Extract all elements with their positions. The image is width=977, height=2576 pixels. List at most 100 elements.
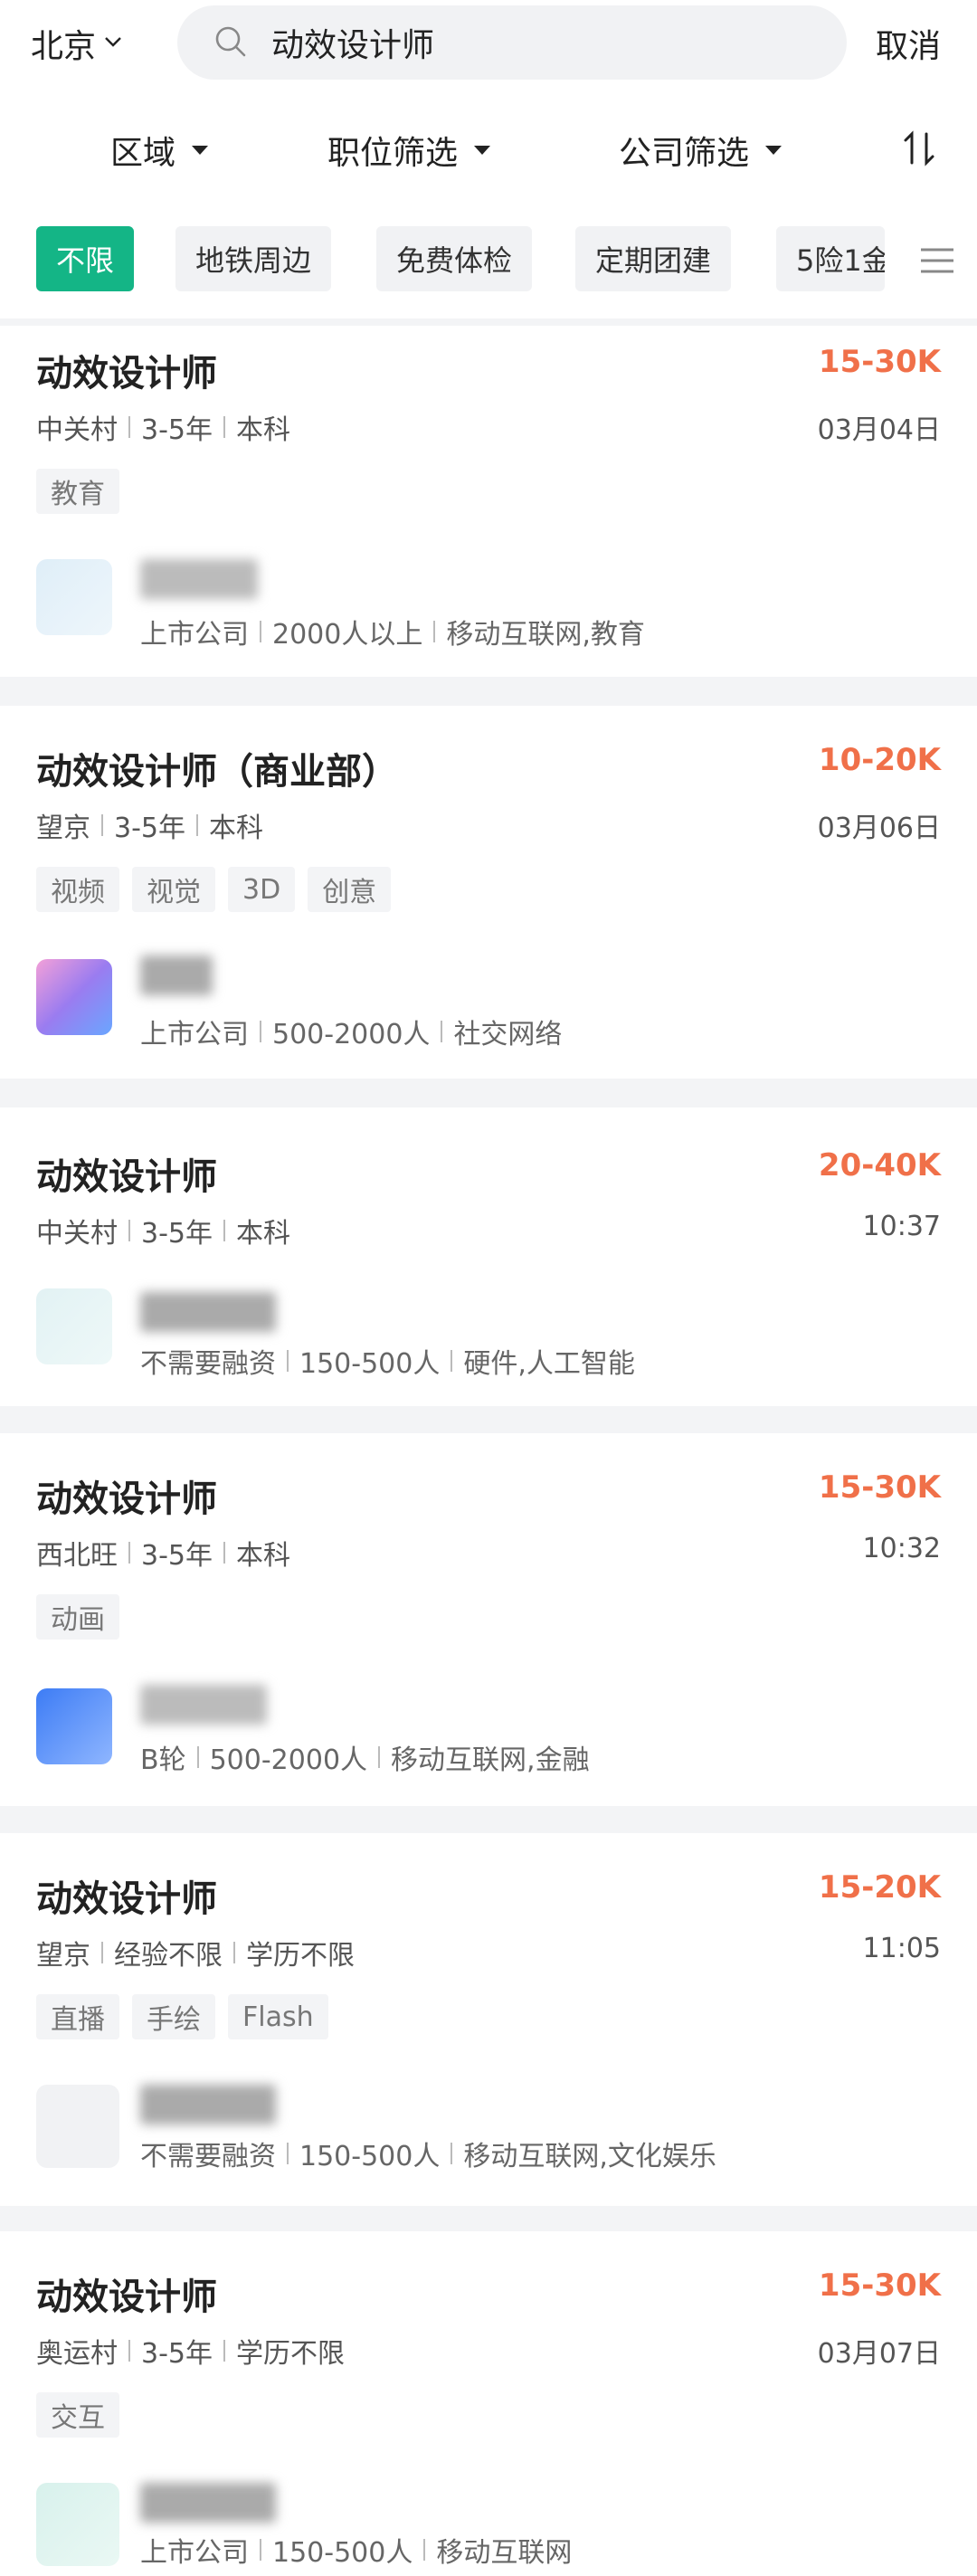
job-tag: 动画 — [36, 1594, 119, 1640]
company-logo — [36, 1288, 112, 1364]
divider — [196, 814, 198, 836]
job-tags: 直播 手绘 Flash — [36, 1994, 328, 2039]
company-stage: 上市公司 — [140, 619, 249, 651]
filter-bar: 区域 职位筛选 公司筛选 — [0, 90, 977, 208]
job-meta: 西北旺 3-5年 本科 — [36, 1533, 290, 1573]
divider — [128, 2340, 130, 2362]
divider — [287, 2143, 289, 2164]
education: 本科 — [236, 1218, 290, 1250]
job-tags: 教育 — [36, 469, 119, 514]
experience: 3-5年 — [141, 1218, 213, 1250]
divider — [196, 1746, 199, 1768]
triangle-down-icon — [474, 146, 491, 155]
filter-area[interactable]: 区域 — [110, 127, 209, 174]
experience: 3-5年 — [141, 2338, 213, 2370]
sort-icon[interactable] — [897, 127, 941, 170]
company-logo — [36, 1688, 112, 1764]
company-stage: 上市公司 — [140, 2537, 249, 2569]
divider — [223, 416, 225, 438]
company-size: 500-2000人 — [209, 1744, 368, 1776]
job-card[interactable]: 动效设计师 15-20K 望京 经验不限 学历不限 11:05 直播 手绘 Fl… — [0, 1833, 977, 2206]
job-title: 动效设计师 — [36, 1878, 217, 1920]
education: 本科 — [236, 414, 290, 446]
job-card[interactable]: 动效设计师 20-40K 中关村 3-5年 本科 10:37 不需要融资 150… — [0, 1107, 977, 1406]
company-logo — [36, 559, 112, 635]
divider — [287, 1350, 289, 1372]
job-card[interactable]: 动效设计师 15-30K 西北旺 3-5年 本科 10:32 动画 B轮 500… — [0, 1433, 977, 1806]
search-input[interactable] — [271, 24, 778, 62]
divider — [378, 1746, 381, 1768]
job-tag: 3D — [228, 867, 296, 912]
chip-team-building[interactable]: 定期团建 — [575, 226, 732, 291]
job-tags: 视频 视觉 3D 创意 — [36, 867, 392, 912]
divider — [101, 1942, 103, 1963]
company-name-blurred — [140, 559, 258, 599]
salary: 15-30K — [818, 2267, 941, 2304]
search-bar[interactable] — [177, 5, 847, 80]
location: 奥运村 — [36, 2338, 118, 2370]
job-card[interactable]: 动效设计师 15-30K 奥运村 3-5年 学历不限 03月07日 交互 上市公… — [0, 2231, 977, 2576]
filter-company[interactable]: 公司筛选 — [619, 127, 783, 174]
location: 望京 — [36, 813, 90, 844]
location: 望京 — [36, 1940, 90, 1972]
job-tag: Flash — [228, 1994, 328, 2039]
job-tag: 教育 — [36, 469, 119, 514]
company-info: 不需要融资 150-500人 硬件,人工智能 — [140, 1341, 635, 1381]
education: 学历不限 — [246, 1940, 355, 1972]
divider — [260, 621, 261, 642]
company-name-blurred — [140, 1685, 267, 1725]
job-tag: 视频 — [36, 867, 119, 912]
filter-position[interactable]: 职位筛选 — [327, 127, 491, 174]
job-tag: 手绘 — [132, 1994, 215, 2039]
post-date: 10:32 — [862, 1533, 941, 1564]
location: 中关村 — [36, 1218, 118, 1250]
divider — [223, 1220, 225, 1241]
experience: 3-5年 — [114, 813, 185, 844]
triangle-down-icon — [765, 146, 783, 155]
menu-icon[interactable] — [917, 241, 957, 280]
divider — [223, 2340, 225, 2362]
post-date: 03月04日 — [817, 414, 941, 446]
job-tag: 创意 — [308, 867, 392, 912]
job-tags: 交互 — [36, 2392, 119, 2438]
job-tag: 交互 — [36, 2392, 119, 2438]
salary: 10-20K — [818, 742, 941, 778]
company-info: 上市公司 2000人以上 移动互联网,教育 — [140, 612, 645, 651]
job-title: 动效设计师 — [36, 1156, 217, 1198]
divider — [233, 1942, 235, 1963]
chip-subway[interactable]: 地铁周边 — [175, 226, 332, 291]
filter-position-label: 职位筛选 — [327, 135, 459, 172]
chip-insurance[interactable]: 5险1金 — [776, 226, 885, 291]
company-stage: 不需要融资 — [140, 2141, 276, 2172]
salary: 20-40K — [818, 1147, 941, 1183]
chip-health-check[interactable]: 免费体检 — [376, 226, 533, 291]
chip-insurance-wrapper: 5险1金 — [776, 226, 885, 291]
company-size: 150-500人 — [299, 2141, 441, 2172]
company-industry: 移动互联网,金融 — [391, 1744, 590, 1776]
job-meta: 中关村 3-5年 本科 — [36, 1211, 290, 1250]
company-industry: 移动互联网,教育 — [446, 619, 645, 651]
cancel-button[interactable]: 取消 — [876, 20, 941, 67]
filter-area-label: 区域 — [110, 135, 176, 172]
job-card[interactable]: 动效设计师 15-30K 中关村 3-5年 本科 03月04日 教育 上市公司 … — [0, 326, 977, 677]
city-selector[interactable]: 北京 — [31, 20, 123, 67]
divider — [128, 1542, 130, 1564]
divider — [423, 2539, 426, 2561]
job-card[interactable]: 动效设计师（商业部） 10-20K 望京 3-5年 本科 03月06日 视频 视… — [0, 706, 977, 1079]
post-date: 10:37 — [862, 1211, 941, 1242]
chip-unlimited[interactable]: 不限 — [36, 226, 135, 291]
company-logo — [36, 2483, 119, 2566]
triangle-down-icon — [192, 146, 209, 155]
company-industry: 移动互联网,文化娱乐 — [463, 2141, 716, 2172]
job-tag: 直播 — [36, 1994, 119, 2039]
experience: 经验不限 — [114, 1940, 223, 1972]
post-date: 03月06日 — [817, 813, 941, 844]
post-date: 11:05 — [862, 1933, 941, 1964]
divider — [260, 1021, 261, 1042]
job-title: 动效设计师 — [36, 1478, 217, 1520]
company-name-blurred — [140, 2483, 276, 2523]
experience: 3-5年 — [141, 414, 213, 446]
company-info: 不需要融资 150-500人 移动互联网,文化娱乐 — [140, 2134, 716, 2173]
company-info: B轮 500-2000人 移动互联网,金融 — [140, 1737, 590, 1777]
location: 中关村 — [36, 414, 118, 446]
